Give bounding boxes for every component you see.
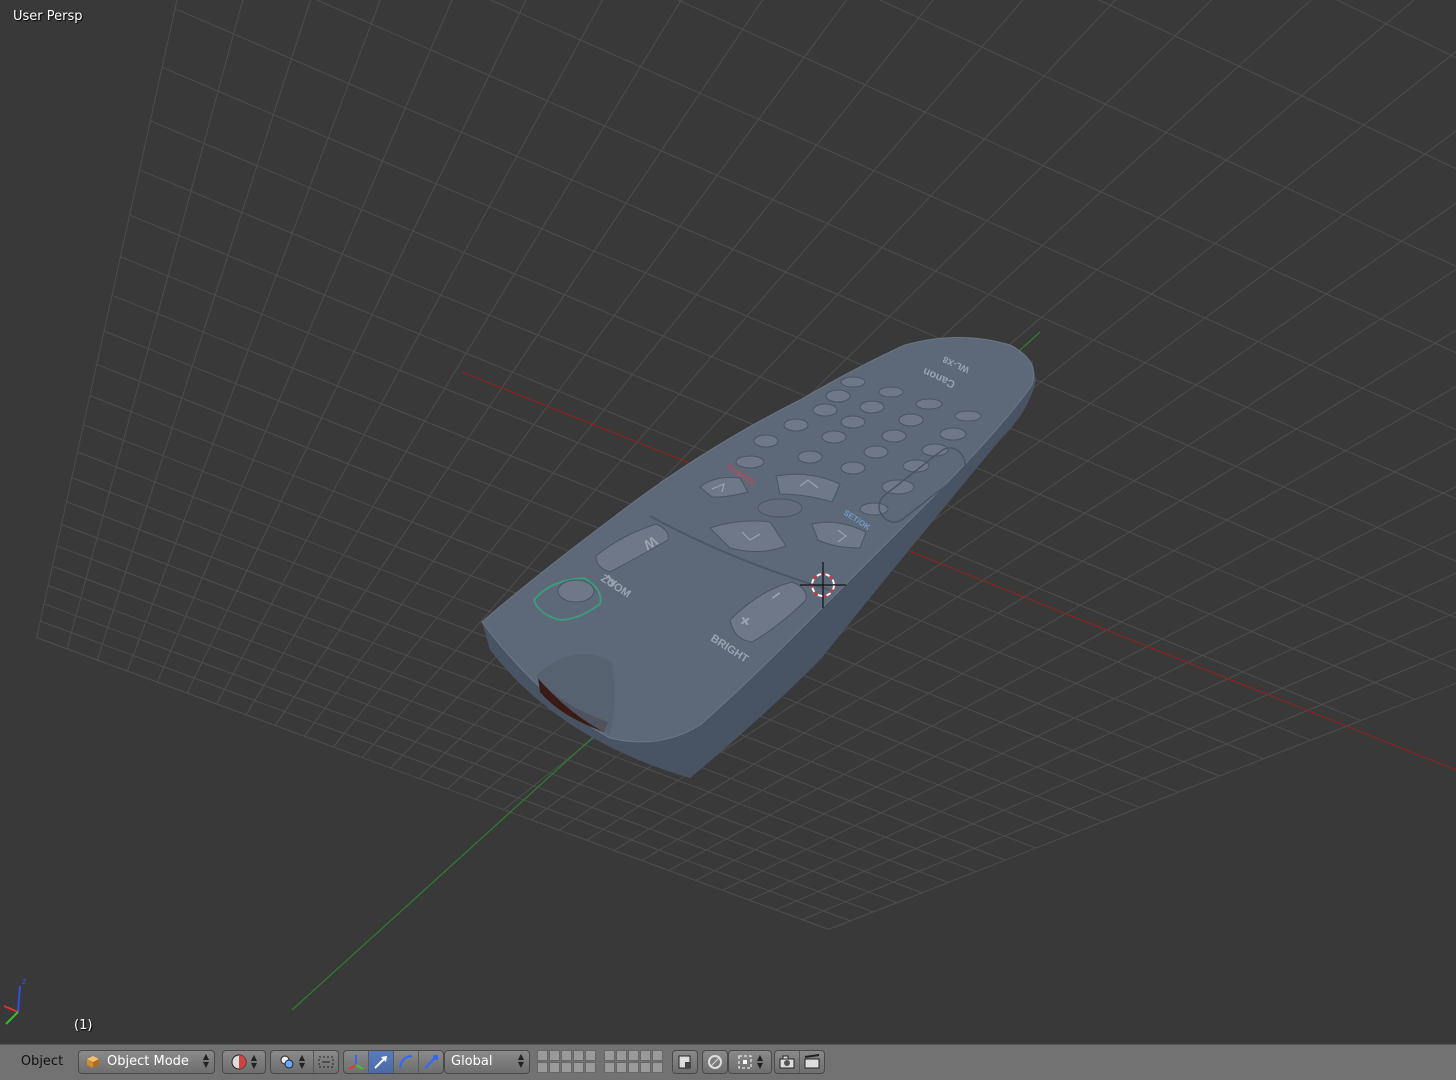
transform-orientation-selector[interactable]: Global ▲ ▼ [444, 1050, 530, 1074]
view-perspective-label: User Persp [13, 9, 83, 24]
viewport-shading-selector[interactable]: ▲ ▼ [222, 1050, 266, 1074]
pivot-point-selector[interactable]: ▲ ▼ [270, 1050, 339, 1074]
manipulator-group[interactable] [343, 1050, 444, 1074]
3d-view-header: Object Object Mode ▲ ▼ ▲ ▼ ▲ ▼ Global ▲ … [0, 1044, 1456, 1080]
cube-icon [87, 1056, 99, 1068]
scale-icon[interactable] [419, 1051, 443, 1073]
pivot-point-icon[interactable]: ▲ ▼ [271, 1051, 314, 1073]
proportional-edit-button[interactable] [702, 1050, 728, 1074]
snap-icon[interactable] [703, 1051, 727, 1073]
mode-label: Object Mode [107, 1054, 189, 1069]
manipulate-centers-icon[interactable] [314, 1051, 338, 1073]
svg-text:z: z [22, 977, 27, 987]
render-buttons[interactable] [774, 1050, 825, 1074]
transform-orientation-label: Global [451, 1054, 493, 1069]
3d-viewport[interactable]: T W ZOOM + – BRIGHT CANCEL SET/OK Canon … [0, 0, 1456, 1044]
render-icon[interactable] [775, 1051, 800, 1073]
lock-layers-button[interactable] [672, 1050, 698, 1074]
remote-control-model[interactable]: T W ZOOM + – BRIGHT CANCEL SET/OK Canon … [481, 337, 1036, 779]
chevron-updown-icon: ▲ ▼ [202, 1052, 210, 1069]
chevron-updown-icon: ▲ ▼ [517, 1052, 525, 1069]
snap-element-selector[interactable]: ▲ ▼ [728, 1050, 772, 1074]
axis-gizmo: z [3, 977, 27, 1025]
power-button [557, 579, 595, 603]
snap-element-icon[interactable]: ▲ ▼ [729, 1051, 771, 1073]
current-frame-label: (1) [74, 1018, 93, 1033]
scene-canvas[interactable]: T W ZOOM + – BRIGHT CANCEL SET/OK Canon … [0, 0, 1456, 1044]
manipulator-icon[interactable] [344, 1051, 369, 1073]
layer-buttons-group-1[interactable] [537, 1050, 596, 1073]
translate-icon[interactable] [369, 1051, 394, 1073]
viewport-shading-icon[interactable]: ▲ ▼ [223, 1051, 265, 1073]
rotate-icon[interactable] [394, 1051, 419, 1073]
mode-selector[interactable]: Object Mode ▲ ▼ [78, 1050, 215, 1074]
layer-icon[interactable] [673, 1051, 697, 1073]
render-animation-icon[interactable] [800, 1051, 824, 1073]
object-menu[interactable]: Object [12, 1050, 72, 1074]
layer-buttons-group-2[interactable] [604, 1050, 663, 1073]
